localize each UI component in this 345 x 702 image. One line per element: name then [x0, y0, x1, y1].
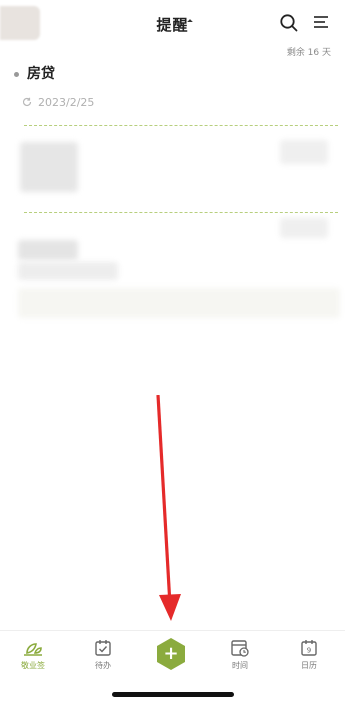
reminder-date-text: 2023/2/25 — [38, 96, 95, 109]
section-divider — [24, 125, 338, 126]
reminder-item-title[interactable]: 房贷 — [14, 63, 55, 83]
blurred-content — [18, 240, 78, 260]
calendar-check-icon — [95, 640, 111, 656]
tab-label: 日历 — [301, 661, 317, 670]
repeat-icon — [22, 97, 32, 107]
blurred-content — [280, 140, 328, 164]
calendar-day-icon: 9 — [301, 640, 317, 656]
tab-label: 待办 — [95, 661, 111, 670]
calendar-clock-icon — [231, 640, 249, 657]
tab-time[interactable]: 时间 — [215, 639, 265, 671]
reminder-title-text: 房贷 — [27, 66, 55, 82]
blurred-content — [280, 218, 328, 238]
tab-calendar[interactable]: 9 日历 — [284, 639, 334, 671]
reminder-item-date: 2023/2/25 — [22, 96, 94, 109]
section-divider — [24, 212, 338, 213]
add-button[interactable]: + — [155, 637, 187, 671]
bullet-dot-icon — [14, 71, 19, 77]
plus-icon: + — [163, 643, 179, 664]
tab-label: 时间 — [232, 661, 248, 670]
tab-label: 敬业签 — [21, 661, 45, 670]
home-indicator — [112, 692, 234, 697]
blurred-content — [18, 288, 340, 318]
calendar-day-number: 9 — [307, 647, 311, 655]
sprout-icon — [24, 643, 42, 656]
page-title-label: 提醒 — [156, 16, 189, 34]
search-icon[interactable] — [279, 13, 299, 33]
blurred-content — [18, 262, 118, 280]
tab-home[interactable]: 敬业签 — [8, 639, 58, 671]
header: 提醒 剩余 16 天 — [0, 0, 345, 58]
red-arrow-annotation — [150, 394, 190, 629]
blurred-content — [20, 142, 78, 192]
remaining-days: 剩余 16 天 — [286, 48, 331, 58]
menu-icon[interactable] — [312, 13, 332, 33]
tab-todo[interactable]: 待办 — [78, 639, 128, 671]
